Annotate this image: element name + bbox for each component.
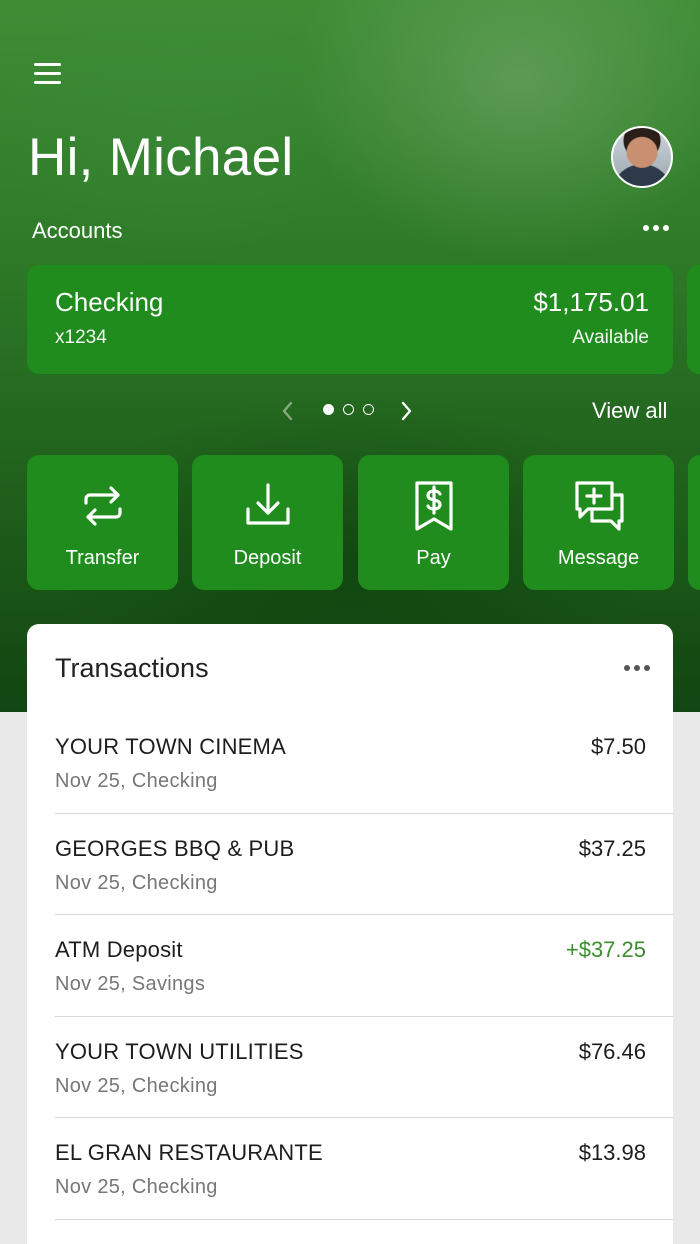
deposit-button[interactable]: Deposit <box>192 455 343 590</box>
transaction-row[interactable]: ATM Deposit Nov 25, Savings +$37.25 <box>55 915 673 1017</box>
pay-label: Pay <box>416 547 451 569</box>
transactions-card: Transactions YOUR TOWN CINEMA Nov 25, Ch… <box>27 624 673 1244</box>
download-tray-icon <box>241 479 295 533</box>
transaction-details: Nov 25, Checking <box>55 770 218 792</box>
pager-dot-1[interactable] <box>323 404 334 415</box>
transaction-details: Nov 25, Checking <box>55 871 218 894</box>
transaction-amount: $13.98 <box>578 1140 646 1165</box>
pay-button[interactable]: Pay <box>358 455 509 590</box>
transaction-merchant: YOUR TOWN CINEMA <box>55 734 286 759</box>
transaction-row[interactable]: YOUR TOWN UTILITIES Nov 25, Checking $76… <box>55 1017 673 1118</box>
hamburger-menu-icon[interactable] <box>34 63 62 87</box>
next-account-card[interactable] <box>687 265 700 374</box>
transfer-arrows-icon <box>76 479 130 533</box>
transfer-label: Transfer <box>65 547 140 569</box>
transaction-row[interactable]: EL GRAN RESTAURANTE Nov 25, Checking $13… <box>55 1118 673 1220</box>
transaction-merchant: ATM Deposit <box>55 937 183 962</box>
transaction-merchant: GEORGES BBQ & PUB <box>55 835 295 861</box>
message-plus-icon <box>572 479 626 533</box>
transaction-amount: $76.46 <box>578 1038 646 1064</box>
pager-dot-2[interactable] <box>343 404 354 415</box>
account-number: x1234 <box>55 327 107 348</box>
profile-avatar[interactable] <box>611 126 673 188</box>
message-label: Message <box>557 547 640 569</box>
accounts-more-icon[interactable] <box>640 218 672 238</box>
transaction-amount: $7.50 <box>590 734 646 759</box>
account-balance-label: Available <box>572 327 649 348</box>
transaction-amount: +$37.25 <box>565 937 646 962</box>
transfer-button[interactable]: Transfer <box>27 455 178 590</box>
transaction-details: Nov 25, Checking <box>55 1074 218 1097</box>
message-button[interactable]: Message <box>523 455 674 590</box>
account-balance: $1,175.01 <box>533 287 649 317</box>
chevron-right-icon[interactable] <box>400 400 420 422</box>
dollar-receipt-icon <box>407 479 461 533</box>
transaction-merchant: YOUR TOWN UTILITIES <box>55 1038 304 1064</box>
transaction-details: Nov 25, Checking <box>55 1176 218 1198</box>
accounts-label: Accounts <box>32 218 123 243</box>
view-all-link[interactable]: View all <box>592 398 667 424</box>
transaction-row[interactable]: YOUR TOWN CINEMA Nov 25, Checking $7.50 <box>55 712 673 814</box>
greeting-title: Hi, Michael <box>28 128 294 187</box>
transactions-title: Transactions <box>55 653 209 683</box>
next-action-button[interactable] <box>688 455 700 590</box>
transaction-amount: $37.25 <box>578 835 646 861</box>
pager-dot-3[interactable] <box>363 404 374 415</box>
transactions-more-icon[interactable] <box>621 660 653 676</box>
accounts-pager <box>280 398 425 424</box>
transaction-details: Nov 25, Savings <box>55 973 206 995</box>
transaction-merchant: EL GRAN RESTAURANTE <box>55 1140 323 1165</box>
account-name: Checking <box>55 287 164 317</box>
account-card-checking[interactable]: Checking x1234 $1,175.01 Available <box>27 265 673 374</box>
deposit-label: Deposit <box>233 547 302 569</box>
transactions-list: YOUR TOWN CINEMA Nov 25, Checking $7.50 … <box>55 712 673 1220</box>
transaction-row[interactable]: GEORGES BBQ & PUB Nov 25, Checking $37.2… <box>55 814 673 915</box>
chevron-left-icon[interactable] <box>280 400 300 422</box>
